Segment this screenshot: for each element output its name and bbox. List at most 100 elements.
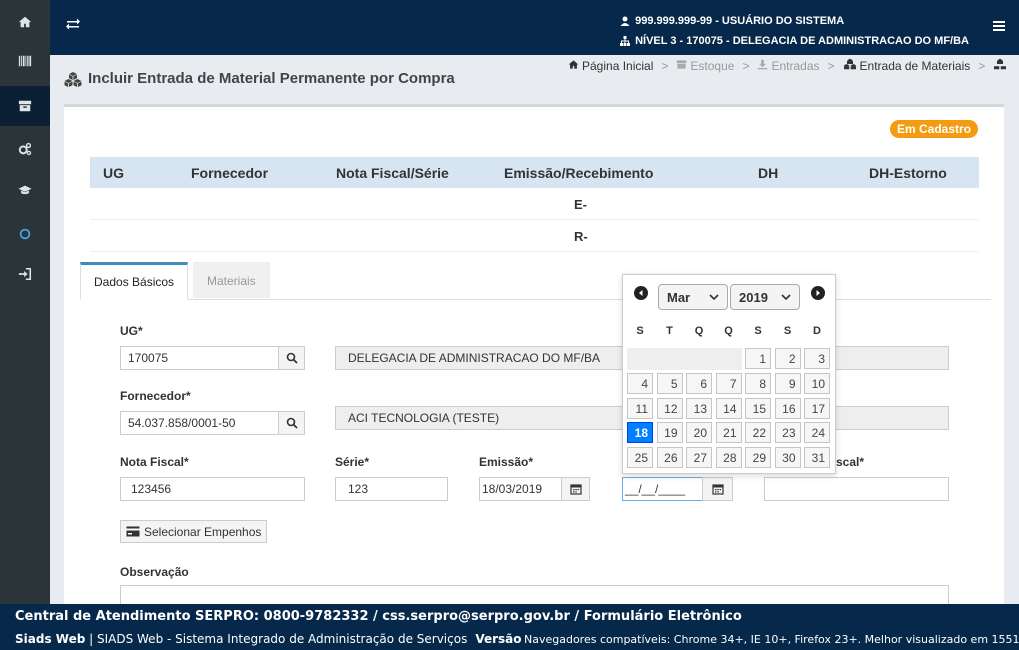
year-select-value: 2019 xyxy=(739,289,768,305)
supplier-input[interactable]: 54.037.858/0001-50 xyxy=(120,411,279,435)
sidebar-item-barcode[interactable] xyxy=(0,41,50,81)
sidebar-item-settings[interactable] xyxy=(0,129,50,169)
calendar-day[interactable]: 19 xyxy=(656,422,683,444)
ug-input[interactable]: 170075 xyxy=(120,346,279,370)
calendar-day-selected[interactable]: 18 xyxy=(627,422,653,444)
col-nota-fiscal: Nota Fiscal/Série xyxy=(336,164,449,181)
calendar-day[interactable]: 11 xyxy=(627,397,653,419)
calendar-day[interactable]: 25 xyxy=(627,447,653,469)
breadcrumb-current xyxy=(993,58,1007,73)
page-title-text: Incluir Entrada de Material Permanente p… xyxy=(88,70,455,87)
calendar-day[interactable]: 13 xyxy=(686,397,712,419)
receipt-calendar-button[interactable] xyxy=(702,477,733,501)
weekday-header: S xyxy=(636,325,644,337)
calendar-day[interactable]: 12 xyxy=(656,397,683,419)
calendar-day[interactable]: 1 xyxy=(745,348,771,369)
breadcrumb-entrada-materiais[interactable]: Entrada de Materiais xyxy=(843,58,971,73)
supplier-search-button[interactable] xyxy=(278,411,305,435)
sitemap-icon xyxy=(620,36,631,46)
calendar-day[interactable]: 23 xyxy=(774,422,801,444)
weekday-header: S xyxy=(783,325,792,337)
calendar-day[interactable]: 15 xyxy=(745,397,771,419)
calendar-day[interactable]: 9 xyxy=(774,372,801,394)
calendar-day[interactable]: 16 xyxy=(774,397,801,419)
calendar-day[interactable]: 6 xyxy=(686,372,712,394)
footer-system-name: | SIADS Web - Sistema Integrado de Admin… xyxy=(85,632,468,646)
chevron-down-icon xyxy=(709,294,719,301)
col-dh: DH xyxy=(758,164,779,181)
receipt-date-input[interactable]: __/__/____ xyxy=(622,477,703,501)
issue-calendar-button[interactable] xyxy=(561,477,590,501)
breadcrumb-home-label: Página Inicial xyxy=(582,58,654,73)
calendar-day[interactable]: 7 xyxy=(715,372,742,394)
year-select[interactable]: 2019 xyxy=(730,284,800,310)
sidebar-item-login[interactable] xyxy=(0,254,50,294)
select-empenhos-button[interactable]: Selecionar Empenhos xyxy=(120,520,268,543)
calendar-day[interactable]: 29 xyxy=(745,447,771,469)
breadcrumb-home[interactable]: Página Inicial xyxy=(568,59,653,73)
calendar-day[interactable]: 22 xyxy=(745,422,771,444)
chevron-left-icon xyxy=(639,290,643,296)
obs-label: Observação xyxy=(120,565,189,579)
home-icon xyxy=(568,59,579,69)
col-dh-estorno: DH-Estorno xyxy=(869,164,947,181)
issue-label: Emissão* xyxy=(479,455,534,469)
calendar-day[interactable]: 5 xyxy=(656,372,683,394)
breadcrumb-entradas-label: Entradas xyxy=(771,58,820,73)
breadcrumb-entrada-materiais-label: Entrada de Materiais xyxy=(859,59,971,73)
calendar-day[interactable]: 21 xyxy=(715,422,742,444)
user-level: NÍVEL 3 - 170075 - DELEGACIA DE ADMINIST… xyxy=(635,35,969,47)
calendar-day[interactable]: 8 xyxy=(745,372,771,394)
weekday-header: T xyxy=(666,325,673,337)
month-select-value: Mar xyxy=(667,289,691,305)
topbar: 999.999.999-99 - USUÁRIO DO SISTEMA NÍVE… xyxy=(50,0,1019,55)
hamburger-menu-icon[interactable] xyxy=(993,20,1005,32)
issue-date-input[interactable]: 18/03/2019 xyxy=(479,477,562,501)
archive-icon xyxy=(677,59,687,69)
calendar-icon xyxy=(711,484,724,495)
invoice-input[interactable]: 123456 xyxy=(120,477,305,501)
tab-materiais[interactable]: Materiais xyxy=(193,262,270,298)
calendar-day[interactable]: 2 xyxy=(774,348,801,369)
month-select[interactable]: Mar xyxy=(658,284,728,310)
datepicker-prev-button[interactable] xyxy=(634,286,648,300)
sidebar-item-education[interactable] xyxy=(0,170,50,210)
calendar-day[interactable]: 27 xyxy=(686,447,712,469)
calendar-day[interactable]: 4 xyxy=(627,372,653,394)
footer-browsers: Navegadores compatíveis: Chrome 34+, IE … xyxy=(524,633,1019,646)
barcode-icon xyxy=(18,55,32,67)
calendar-day[interactable]: 31 xyxy=(804,447,830,469)
tab-dados-basicos[interactable]: Dados Básicos xyxy=(80,262,189,300)
calendar-day[interactable]: 24 xyxy=(804,422,830,444)
series-input[interactable]: 123 xyxy=(335,477,448,501)
breadcrumb-estoque[interactable]: Estoque xyxy=(676,59,734,73)
calendar-day[interactable]: 28 xyxy=(715,447,742,469)
sidebar-item-archive[interactable] xyxy=(0,86,50,126)
graduation-cap-icon xyxy=(18,185,32,195)
breadcrumb-entradas[interactable]: Entradas xyxy=(757,58,820,73)
calendar-day[interactable]: 20 xyxy=(686,422,712,444)
sidebar-item-home[interactable] xyxy=(0,2,50,42)
sidebar-item-circle[interactable] xyxy=(0,214,50,254)
chevron-down-icon xyxy=(781,294,791,301)
calendar-day[interactable]: 3 xyxy=(804,348,830,369)
calendar-day[interactable]: 30 xyxy=(774,447,801,469)
cubes-icon xyxy=(843,58,856,70)
ug-search-button[interactable] xyxy=(278,346,305,370)
breadcrumb-separator: > xyxy=(827,58,835,73)
info-table: UG Fornecedor Nota Fiscal/Série Emissão/… xyxy=(90,157,979,252)
invoice-label: Nota Fiscal* xyxy=(120,455,189,469)
datepicker-next-button[interactable] xyxy=(811,286,825,300)
cubes-icon xyxy=(64,71,82,87)
fiscal-input[interactable] xyxy=(764,477,949,501)
calendar-day[interactable]: 17 xyxy=(804,397,830,419)
search-icon xyxy=(286,352,298,364)
exchange-icon[interactable] xyxy=(65,16,81,32)
calendar-day[interactable]: 14 xyxy=(715,397,742,419)
calendar-day[interactable]: 10 xyxy=(804,372,830,394)
info-table-header: UG Fornecedor Nota Fiscal/Série Emissão/… xyxy=(90,157,979,188)
calendar-day[interactable]: 26 xyxy=(656,447,683,469)
emission-cell: E- xyxy=(574,197,587,212)
weekday-header: Q xyxy=(694,325,704,337)
table-row: R- xyxy=(90,220,979,252)
